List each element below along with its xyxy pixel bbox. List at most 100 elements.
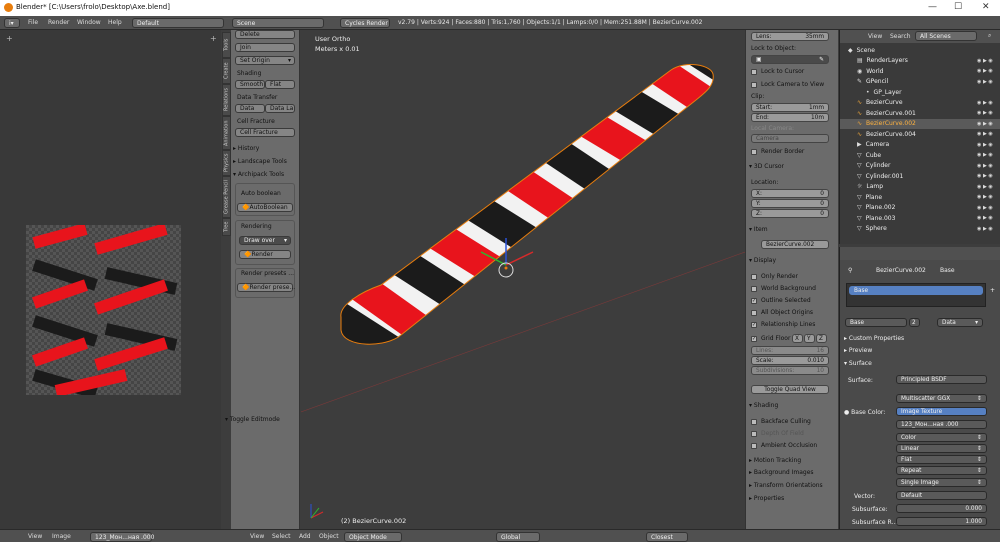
outliner-row[interactable]: ∿ BezierCurve ◉ ▶ ◉ bbox=[840, 98, 1000, 109]
panel-3d-cursor[interactable]: ▾ 3D Cursor bbox=[749, 163, 784, 170]
outline-selected-checkbox[interactable]: ✓ Outline Selected bbox=[751, 297, 811, 304]
visibility-icons[interactable]: ◉ ▶ ◉ bbox=[977, 121, 993, 127]
render-presets-button[interactable]: 🔶 Render prese... bbox=[237, 283, 295, 292]
link-data-dropdown[interactable]: Data ▾ bbox=[937, 318, 983, 327]
outliner-row[interactable]: ▤ RenderLayers ◉ ▶ ◉ bbox=[840, 56, 1000, 67]
grid-scale-field[interactable]: Scale: 0.010 bbox=[751, 356, 829, 365]
panel-preview[interactable]: ▸ Preview bbox=[844, 347, 872, 354]
material-users[interactable]: 2 bbox=[909, 318, 920, 327]
panel-surface[interactable]: ▾ Surface bbox=[844, 360, 872, 367]
toggle-quad-view-button[interactable]: Toggle Quad View bbox=[751, 385, 829, 394]
draw-over-dropdown[interactable]: Draw over ▾ bbox=[239, 236, 291, 245]
panel-history[interactable]: ▸ History bbox=[233, 145, 298, 152]
tab-grease-pencil[interactable]: Grease Pencil bbox=[222, 176, 231, 218]
outliner-row[interactable]: ▽ Cylinder ◉ ▶ ◉ bbox=[840, 161, 1000, 172]
color-space-dropdown[interactable]: Color ⇕ bbox=[896, 433, 987, 442]
clip-start-field[interactable]: Start: 1mm bbox=[751, 103, 829, 112]
visibility-icons[interactable]: ◉ ▶ ◉ bbox=[977, 110, 993, 116]
item-name-field[interactable]: BezierCurve.002 bbox=[761, 240, 829, 249]
backface-culling-checkbox[interactable]: Backface Culling bbox=[751, 418, 811, 425]
data-layers-button[interactable]: Data La bbox=[265, 104, 295, 113]
close-icon[interactable]: ✕ bbox=[982, 2, 990, 12]
grid-lines-field[interactable]: Lines: 16 bbox=[751, 346, 829, 355]
outliner-row[interactable]: ▽ Plane.003 ◉ ▶ ◉ bbox=[840, 213, 1000, 224]
local-camera-field[interactable]: Camera bbox=[751, 134, 829, 143]
visibility-icons[interactable]: ◉ ▶ ◉ bbox=[977, 215, 993, 221]
outliner-search-menu[interactable]: Search bbox=[890, 33, 911, 40]
outliner-row[interactable]: ▽ Plane ◉ ▶ ◉ bbox=[840, 192, 1000, 203]
3d-viewport[interactable]: User Ortho Meters x 0.01 (2) BezierCurve… bbox=[301, 30, 745, 529]
vector-dropdown[interactable]: Default bbox=[896, 491, 987, 500]
panel-background-images[interactable]: ▸ Background Images bbox=[749, 469, 814, 476]
visibility-icons[interactable]: ◉ ▶ ◉ bbox=[977, 79, 993, 85]
grid-subdiv-field[interactable]: Subdivisions: 10 bbox=[751, 366, 829, 375]
outliner-row[interactable]: ∿ BezierCurve.001 ◉ ▶ ◉ bbox=[840, 108, 1000, 119]
delete-button[interactable]: Delete bbox=[235, 30, 295, 39]
panel-shading[interactable]: ▾ Shading bbox=[749, 402, 778, 409]
grid-x-toggle[interactable]: X bbox=[792, 334, 803, 343]
grid-z-toggle[interactable]: Z bbox=[816, 334, 827, 343]
panel-properties[interactable]: ▸ Properties bbox=[749, 495, 784, 502]
tab-physics[interactable]: Physics bbox=[222, 150, 231, 176]
cursor-z-field[interactable]: Z: 0 bbox=[751, 209, 829, 218]
outliner-row[interactable]: ☼ Lamp ◉ ▶ ◉ bbox=[840, 182, 1000, 193]
grid-y-toggle[interactable]: Y bbox=[804, 334, 815, 343]
tab-create[interactable]: Create bbox=[222, 58, 231, 84]
tab-relations[interactable]: Relations bbox=[222, 84, 231, 116]
viewport-select-menu[interactable]: Select bbox=[272, 533, 291, 540]
visibility-icons[interactable]: ◉ ▶ ◉ bbox=[977, 68, 993, 74]
all-origins-checkbox[interactable]: All Object Origins bbox=[751, 309, 813, 316]
visibility-icons[interactable]: ◉ ▶ ◉ bbox=[977, 194, 993, 200]
lock-cursor-checkbox[interactable]: Lock to Cursor bbox=[751, 68, 804, 75]
image-image-menu[interactable]: Image bbox=[52, 533, 71, 540]
outliner-row[interactable]: ▽ Sphere ◉ ▶ ◉ bbox=[840, 224, 1000, 235]
lock-camera-checkbox[interactable]: Lock Camera to View bbox=[751, 81, 824, 88]
source-dropdown[interactable]: Single Image ⇕ bbox=[896, 478, 987, 487]
visibility-icons[interactable]: ◉ ▶ ◉ bbox=[977, 131, 993, 137]
viewport-view-menu[interactable]: View bbox=[250, 533, 264, 540]
visibility-icons[interactable]: ◉ ▶ ◉ bbox=[977, 163, 993, 169]
lock-object-field[interactable]: ▣ ✎ bbox=[751, 55, 829, 64]
mode-selector[interactable]: Object Mode bbox=[344, 532, 402, 542]
panel-toggle-editmode[interactable]: ▾ Toggle Editmode bbox=[225, 416, 290, 423]
visibility-icons[interactable]: ◉ ▶ ◉ bbox=[977, 142, 993, 148]
visibility-icons[interactable]: ◉ ▶ ◉ bbox=[977, 184, 993, 190]
outliner-row[interactable]: • GP_Layer bbox=[840, 87, 1000, 98]
pin-icon[interactable]: ⚲ bbox=[848, 267, 852, 274]
render-border-checkbox[interactable]: Render Border bbox=[751, 148, 804, 155]
outliner-row[interactable]: ▽ Cylinder.001 ◉ ▶ ◉ bbox=[840, 171, 1000, 182]
outliner-row[interactable]: ∿ BezierCurve.002 ◉ ▶ ◉ bbox=[840, 118, 1000, 129]
menu-help[interactable]: Help bbox=[108, 19, 122, 26]
panel-transform-orientations[interactable]: ▸ Transform Orientations bbox=[749, 482, 823, 489]
material-slot-list[interactable]: Base bbox=[846, 283, 986, 307]
outliner-row[interactable]: ◉ World ◉ ▶ ◉ bbox=[840, 66, 1000, 77]
visibility-icons[interactable]: ◉ ▶ ◉ bbox=[977, 226, 993, 232]
visibility-icons[interactable]: ◉ ▶ ◉ bbox=[977, 173, 993, 179]
viewport-object-menu[interactable]: Object bbox=[319, 533, 339, 540]
orientation-selector[interactable]: Global bbox=[496, 532, 540, 542]
surface-shader-dropdown[interactable]: Principled BSDF bbox=[896, 375, 987, 384]
expand-plus-icon[interactable]: + bbox=[210, 34, 217, 43]
subsurface-radius-x[interactable]: 1.000 bbox=[896, 517, 987, 526]
panel-display[interactable]: ▾ Display bbox=[749, 257, 776, 264]
depth-of-field-checkbox[interactable]: Depth Of Field bbox=[751, 430, 804, 437]
panel-archipack[interactable]: ▾ Archipack Tools bbox=[233, 171, 298, 178]
clip-end-field[interactable]: End: 10m bbox=[751, 113, 829, 122]
outliner-row[interactable]: ✎ GPencil ◉ ▶ ◉ bbox=[840, 77, 1000, 88]
menu-file[interactable]: File bbox=[28, 19, 38, 26]
image-view-menu[interactable]: View bbox=[28, 533, 42, 540]
outliner-row[interactable]: ▽ Cube ◉ ▶ ◉ bbox=[840, 150, 1000, 161]
panel-custom-properties[interactable]: ▸ Custom Properties bbox=[844, 335, 904, 342]
data-button[interactable]: Data bbox=[235, 104, 265, 113]
image-datablock-selector[interactable]: 123_Мон...ная .000 bbox=[90, 532, 154, 542]
lens-field[interactable]: Lens: 35mm bbox=[751, 32, 829, 41]
auto-boolean-button[interactable]: 🔶 AutoBoolean bbox=[237, 203, 293, 212]
ambient-occlusion-checkbox[interactable]: Ambient Occlusion bbox=[751, 442, 817, 449]
cursor-x-field[interactable]: X: 0 bbox=[751, 189, 829, 198]
add-slot-icon[interactable]: + bbox=[990, 287, 995, 294]
relationship-lines-checkbox[interactable]: ✓ Relationship Lines bbox=[751, 321, 815, 328]
join-button[interactable]: Join bbox=[235, 43, 295, 52]
panel-motion-tracking[interactable]: ▸ Motion Tracking bbox=[749, 457, 801, 464]
viewport-add-menu[interactable]: Add bbox=[299, 533, 311, 540]
editor-type-button[interactable]: i▾ bbox=[4, 18, 20, 28]
